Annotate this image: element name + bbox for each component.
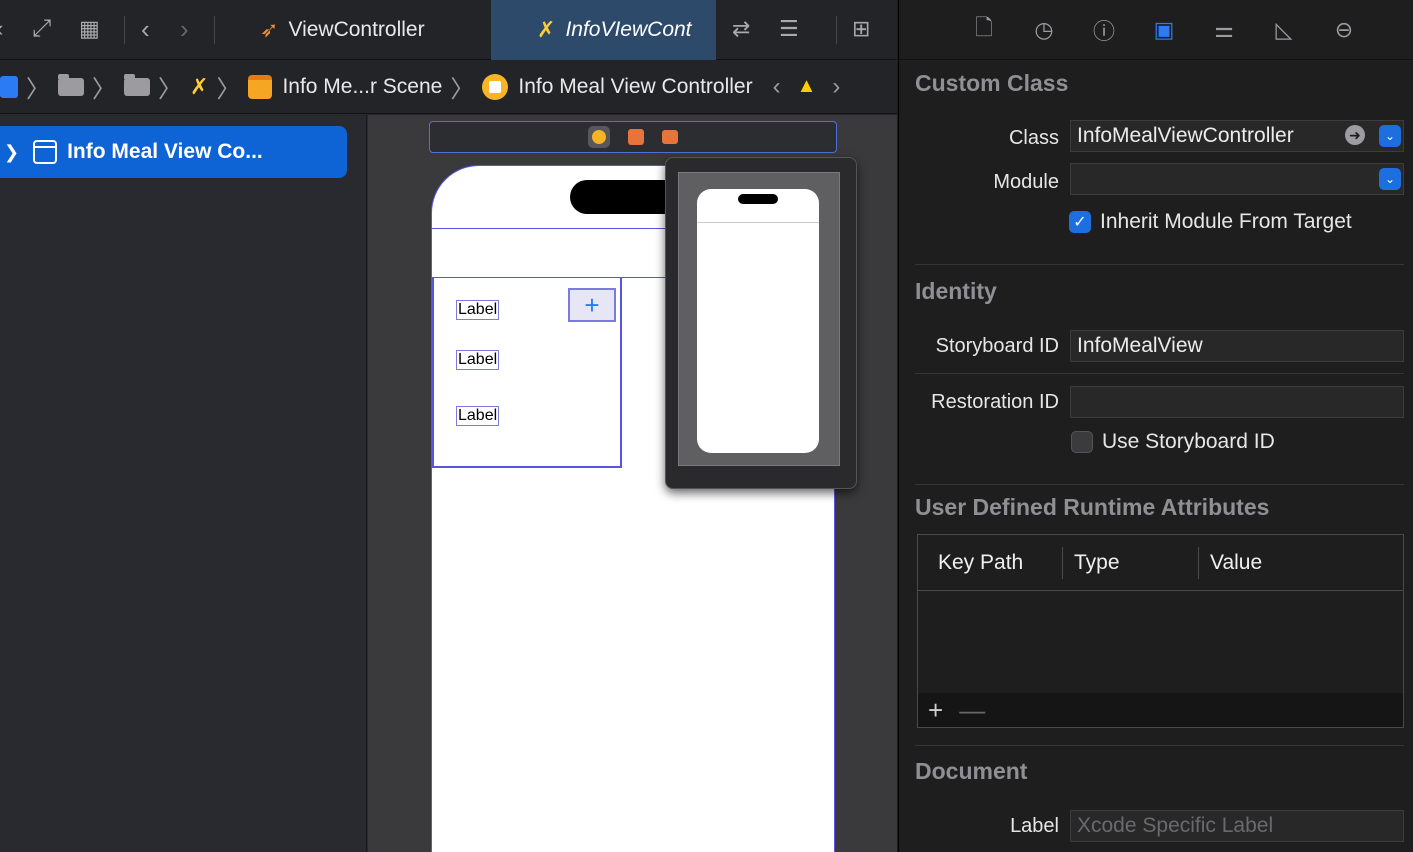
folder-icon[interactable] xyxy=(124,73,150,96)
column-divider xyxy=(1198,547,1199,579)
chevron-down-icon[interactable]: ⌄ xyxy=(1379,125,1401,147)
folder-icon[interactable] xyxy=(58,73,84,96)
label-element[interactable]: Label xyxy=(456,300,500,320)
add-button[interactable]: + xyxy=(568,288,616,322)
inherit-module-label: Inherit Module From Target xyxy=(1100,210,1352,233)
stack-view[interactable]: Label Label Label + xyxy=(432,278,622,468)
view-controller-icon xyxy=(33,140,58,164)
use-storyboard-id-checkbox[interactable] xyxy=(1071,431,1093,453)
view-controller-icon xyxy=(482,73,509,100)
section-divider xyxy=(915,484,1404,485)
back-chevron-icon[interactable]: ‹ xyxy=(0,14,3,44)
warning-icon[interactable]: ▲ xyxy=(797,75,817,98)
storyboard-canvas[interactable]: Label Label Label + xyxy=(368,115,897,852)
table-header: Key Path Type Value xyxy=(918,535,1403,591)
navigate-back-icon[interactable]: ‹ xyxy=(141,14,150,44)
outline-item-info-meal-view-controller[interactable]: ❯ Info Meal View Co... xyxy=(0,126,347,178)
view-controller-dock-icon[interactable] xyxy=(588,126,610,148)
column-divider xyxy=(1062,547,1063,579)
preview-frame xyxy=(678,172,840,466)
class-label: Class xyxy=(1008,127,1059,149)
first-responder-icon[interactable] xyxy=(628,129,644,145)
attributes-inspector-icon[interactable]: ⚌ xyxy=(1209,15,1239,45)
size-inspector-icon[interactable]: ◺ xyxy=(1269,15,1299,45)
document-label-field[interactable]: Xcode Specific Label xyxy=(1070,810,1404,842)
section-title-runtime-attributes: User Defined Runtime Attributes xyxy=(915,494,1270,520)
restoration-id-label: Restoration ID xyxy=(931,391,1059,413)
mini-dynamic-island xyxy=(738,194,778,204)
tab-label: InfoVIewCont xyxy=(565,18,692,41)
app-icon[interactable] xyxy=(0,75,18,98)
row-divider xyxy=(915,373,1404,374)
breadcrumb-view-controller[interactable]: Info Meal View Controller xyxy=(518,75,752,99)
label-element[interactable]: Label xyxy=(456,350,500,370)
table-footer: + — xyxy=(918,693,1403,727)
module-label: Module xyxy=(993,171,1059,193)
mini-navigation-bar xyxy=(697,207,819,223)
column-header-value[interactable]: Value xyxy=(1210,551,1262,575)
tab-label: ViewController xyxy=(288,18,425,41)
section-title-custom-class: Custom Class xyxy=(915,70,1069,96)
tab-infoviewcontroller[interactable]: ✗ InfoVIewCont xyxy=(491,0,716,60)
section-divider xyxy=(915,745,1404,746)
inspector-panel: 🗋 ◷ ⓘ ▣ ⚌ ◺ ⊖ Custom Class Class InfoMea… xyxy=(898,0,1413,852)
storyboard-id-field[interactable]: InfoMealView xyxy=(1070,330,1404,362)
use-storyboard-id-label: Use Storyboard ID xyxy=(1102,430,1275,453)
file-inspector-icon[interactable]: 🗋 xyxy=(969,15,999,45)
swift-file-icon: ➶ xyxy=(260,17,279,42)
add-editor-icon[interactable]: ⊞ xyxy=(852,14,870,44)
identity-inspector-icon[interactable]: ▣ xyxy=(1149,15,1179,45)
column-header-key-path[interactable]: Key Path xyxy=(938,551,1023,575)
expand-icon[interactable]: ⤢ xyxy=(32,14,51,44)
restoration-id-field[interactable] xyxy=(1070,386,1404,418)
chevron-down-icon[interactable]: ⌄ xyxy=(1379,168,1401,190)
scene-dock xyxy=(429,121,837,153)
issue-next-icon[interactable]: › xyxy=(832,73,840,101)
swap-icon[interactable]: ⇄ xyxy=(732,14,750,44)
chevron-right-icon: 〉 xyxy=(216,76,241,103)
toolbar-divider xyxy=(214,16,215,44)
chevron-right-icon: 〉 xyxy=(26,76,50,103)
grid-icon[interactable]: ▦ xyxy=(79,14,100,44)
connections-inspector-icon[interactable]: ⊖ xyxy=(1329,15,1359,45)
storyboard-icon[interactable]: ✗ xyxy=(190,74,208,100)
chevron-right-icon: 〉 xyxy=(450,76,475,103)
toolbar-divider xyxy=(836,16,837,44)
toolbar-divider xyxy=(124,16,125,44)
jump-bar: 〉 〉 〉 ✗ 〉 Info Me...r Scene 〉 Info Meal … xyxy=(0,60,897,114)
inspector-toolbar: 🗋 ◷ ⓘ ▣ ⚌ ◺ ⊖ xyxy=(899,0,1413,60)
document-outline: ❯ Info Meal View Co... xyxy=(0,115,367,852)
module-field[interactable] xyxy=(1070,163,1404,195)
scene-icon xyxy=(248,74,273,99)
inherit-module-checkbox[interactable]: ✓ xyxy=(1069,211,1091,233)
label-element[interactable]: Label xyxy=(456,406,500,426)
breadcrumb-scene[interactable]: Info Me...r Scene xyxy=(282,75,442,99)
add-attribute-button[interactable]: + xyxy=(928,695,943,726)
exit-icon[interactable] xyxy=(662,130,678,144)
issue-previous-icon[interactable]: ‹ xyxy=(773,73,781,101)
arrow-right-circle-icon[interactable]: ➜ xyxy=(1345,125,1365,145)
disclosure-triangle-icon[interactable]: ❯ xyxy=(4,142,19,163)
section-title-identity: Identity xyxy=(915,278,997,304)
tab-bar: ‹ ⤢ ▦ ‹ › ➶ ViewController ✗ InfoVIewCon… xyxy=(0,0,897,60)
mini-phone-preview xyxy=(697,189,819,453)
runtime-attributes-table[interactable]: Key Path Type Value + — xyxy=(917,534,1404,728)
outline-item-label: Info Meal View Co... xyxy=(67,140,263,163)
remove-attribute-button[interactable]: — xyxy=(959,695,985,726)
tab-viewcontroller[interactable]: ➶ ViewController xyxy=(230,0,490,60)
editor-area: ‹ ⤢ ▦ ‹ › ➶ ViewController ✗ InfoVIewCon… xyxy=(0,0,897,852)
help-inspector-icon[interactable]: ⓘ xyxy=(1089,15,1119,45)
section-title-document: Document xyxy=(915,758,1028,784)
scene-preview-popover xyxy=(665,157,857,489)
interface-builder-icon: ✗ xyxy=(537,17,556,42)
navigate-forward-icon[interactable]: › xyxy=(180,14,189,44)
document-label-label: Label xyxy=(1010,815,1059,837)
editor-options-icon[interactable]: ☰ xyxy=(779,14,799,44)
history-inspector-icon[interactable]: ◷ xyxy=(1029,15,1059,45)
section-divider xyxy=(915,264,1404,265)
column-header-type[interactable]: Type xyxy=(1074,551,1120,575)
chevron-right-icon: 〉 xyxy=(158,76,182,103)
chevron-right-icon: 〉 xyxy=(92,76,116,103)
storyboard-id-label: Storyboard ID xyxy=(935,335,1059,357)
